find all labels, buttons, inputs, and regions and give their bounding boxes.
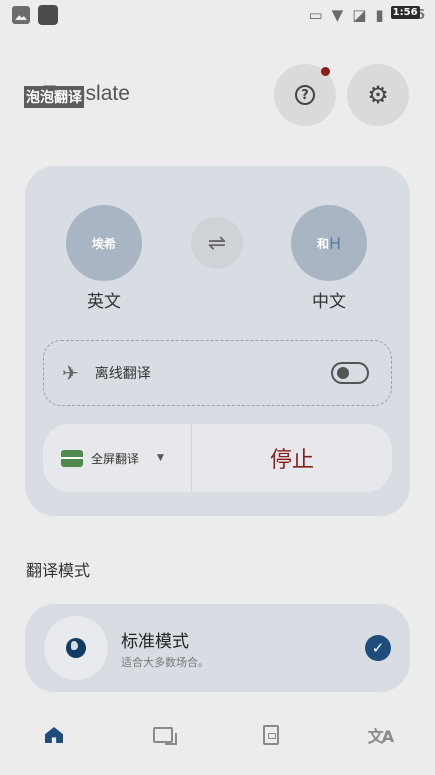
source-language-overlay: 埃希 (91, 236, 116, 251)
fullscreen-icon (61, 449, 83, 467)
source-language-name: 英文 (87, 292, 121, 312)
toggle-knob (337, 367, 349, 379)
gear-icon: ⚙ (367, 81, 389, 109)
offline-toggle[interactable] (331, 362, 369, 384)
no-sim-icon: ◪ (352, 5, 367, 24)
airplane-icon: ✈ (62, 361, 79, 385)
nav-chat[interactable] (150, 722, 177, 748)
status-bar: ▭ ▼ ◪ ▮ 1:56 1:56 (0, 0, 435, 30)
stop-label: 停止 (269, 448, 314, 473)
mode-icon-container (44, 616, 108, 680)
cast-icon: ▭ (308, 5, 323, 24)
document-icon (263, 725, 279, 745)
notification-dot (321, 67, 330, 76)
target-language-button[interactable]: 和H (291, 205, 367, 281)
status-left (12, 5, 58, 25)
mode-dropdown[interactable]: 全屏翻译 ▼ (43, 424, 192, 492)
mode-dropdown-label: 全屏翻译 (91, 451, 140, 466)
source-language-button[interactable]: 埃希 (66, 205, 142, 281)
clock: 1:56 1:56 (390, 5, 425, 23)
section-title: 翻译模式 (26, 561, 91, 580)
nav-document[interactable] (258, 722, 284, 748)
target-language-name: 中文 (312, 292, 346, 312)
swap-icon: ⇌ (207, 230, 227, 256)
nav-translate[interactable]: 文A (367, 722, 394, 748)
home-icon (45, 727, 63, 743)
app-title-overlay: 泡泡翻译 (24, 86, 84, 108)
status-right: ▭ ▼ ◪ ▮ 1:56 1:56 (308, 5, 425, 24)
translation-card: 埃希 ⇌ 和H 英文 中文 ✈ 离线翻译 全屏翻译 ▼ 停止 (25, 166, 410, 516)
target-language-glyph: H (328, 233, 342, 253)
globe-icon (66, 638, 86, 658)
image-icon (12, 6, 30, 24)
mode-description: 适合大多数场合。 (121, 655, 209, 669)
mode-option-standard[interactable]: 标准模式 适合大多数场合。 ✓ (25, 604, 410, 692)
help-icon: ? (295, 85, 315, 105)
wifi-icon: ▼ (331, 5, 344, 24)
battery-icon: ▮ (375, 5, 384, 24)
control-row: 全屏翻译 ▼ 停止 (43, 424, 392, 492)
settings-button[interactable]: ⚙ (347, 64, 409, 126)
mode-name: 标准模式 (121, 631, 189, 652)
app-header: e Translate 泡泡翻译 ? ⚙ (0, 62, 435, 128)
mode-texts: 标准模式 适合大多数场合。 (121, 627, 365, 670)
bottom-navigation: 文A (0, 700, 435, 775)
check-icon: ✓ (365, 635, 391, 661)
offline-translation-row[interactable]: ✈ 离线翻译 (43, 340, 392, 406)
target-language-overlay: 和 (316, 236, 329, 251)
nav-home[interactable] (41, 722, 67, 748)
chat-icon (153, 727, 177, 745)
translate-icon: 文A (367, 727, 394, 746)
swap-languages-button[interactable]: ⇌ (191, 217, 243, 269)
offline-translation-label: 离线翻译 (94, 366, 151, 382)
stop-button[interactable]: 停止 (192, 424, 392, 492)
app-icon (38, 5, 58, 25)
chevron-down-icon: ▼ (157, 453, 164, 463)
clock-overlay: 1:56 (390, 5, 420, 19)
